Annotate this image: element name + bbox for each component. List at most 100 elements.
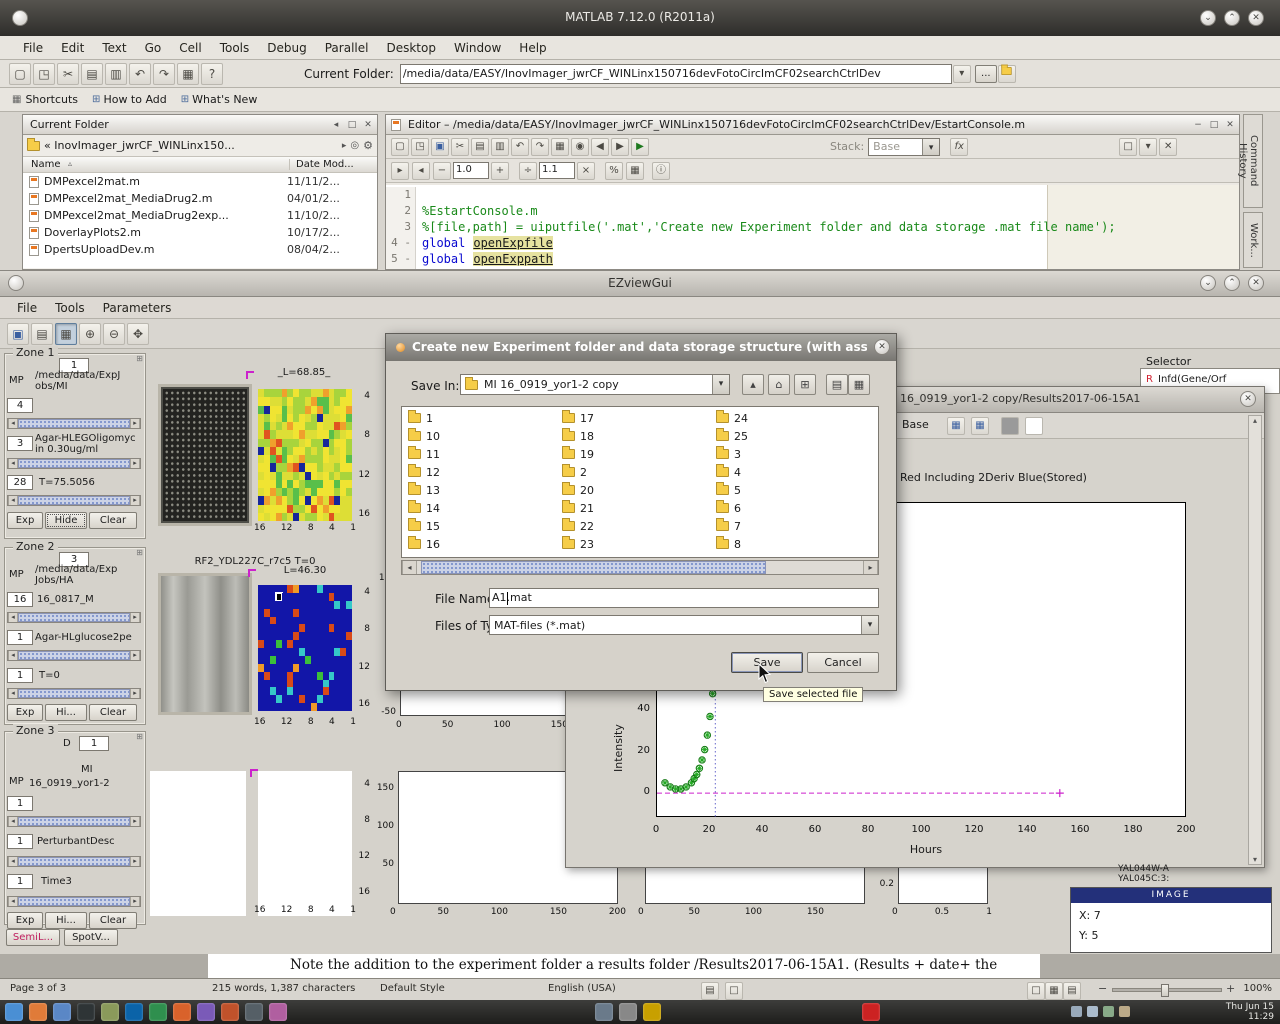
folder-item[interactable]: 24 [716, 409, 866, 427]
zone1-clear-button[interactable]: Clear [89, 512, 137, 529]
folder-item[interactable]: 1 [408, 409, 558, 427]
impress-icon[interactable] [173, 1003, 191, 1021]
menu-item[interactable]: Parallel [316, 38, 378, 58]
maximize-button[interactable] [1224, 10, 1240, 26]
run-icon[interactable]: ▶ [631, 138, 649, 156]
zone3-image-a[interactable] [150, 771, 246, 916]
forward-icon[interactable]: ▶ [611, 138, 629, 156]
chevron-down-icon[interactable] [861, 616, 878, 634]
help-icon[interactable]: ? [201, 63, 223, 85]
paste-icon[interactable]: ▥ [105, 63, 127, 85]
file-row[interactable]: DMPexcel2mat_MediaDrug2.m 04/01/2... [23, 190, 377, 207]
close-editor-icon[interactable] [1223, 118, 1237, 132]
select-region-icon[interactable]: ▦ [55, 323, 77, 345]
zone1-slider-1[interactable] [7, 418, 141, 429]
single-page-view-icon[interactable] [1027, 982, 1045, 1000]
close-panel-icon[interactable] [361, 118, 375, 132]
gear-icon[interactable] [363, 139, 373, 152]
folder-item[interactable]: 22 [562, 517, 712, 535]
simulink-icon[interactable]: ▦ [177, 63, 199, 85]
folder-item[interactable]: 18 [562, 427, 712, 445]
copy-icon[interactable]: ▤ [471, 138, 489, 156]
open-file-icon[interactable]: ◳ [33, 63, 55, 85]
print-icon[interactable]: ▤ [31, 323, 53, 345]
gray-swatch-icon[interactable] [1001, 417, 1019, 435]
minimize-editor-icon[interactable] [1191, 118, 1205, 132]
file-row[interactable]: DoverlayPlots2.m 10/17/2... [23, 224, 377, 241]
breadcrumb[interactable]: « InovImager_jwrCF_WINLinx150... [44, 139, 338, 152]
folder-item[interactable]: 11 [408, 445, 558, 463]
notes-icon[interactable] [643, 1003, 661, 1021]
battery-icon[interactable] [1103, 1006, 1114, 1017]
zoom-out-icon[interactable]: ⊖ [103, 323, 125, 345]
save-icon[interactable]: ▣ [7, 323, 29, 345]
close-button[interactable] [1248, 275, 1264, 291]
image-viewer-icon[interactable] [197, 1003, 215, 1021]
close-button[interactable] [1240, 391, 1256, 407]
zone2-field2-input[interactable]: 1 [7, 630, 33, 645]
current-folder-panel-header[interactable]: Current Folder [23, 115, 377, 135]
divide-value-button[interactable] [519, 162, 537, 180]
pan-icon[interactable]: ✥ [127, 323, 149, 345]
tab-workspace[interactable]: Work... [1243, 212, 1263, 268]
zone2-plate-image[interactable] [158, 573, 252, 715]
zone1-plate-image[interactable] [158, 384, 252, 526]
zone2-hide-button[interactable]: Hi... [45, 704, 87, 721]
zone2-grip-icon[interactable] [134, 548, 145, 559]
folder-item[interactable]: 16 [408, 535, 558, 553]
zoom-in-icon[interactable]: ⊕ [79, 323, 101, 345]
folder-item[interactable]: 13 [408, 481, 558, 499]
zone3-hide-button[interactable]: Hi... [45, 912, 87, 929]
menu-item[interactable]: Tools [211, 38, 259, 58]
cell-advance-icon[interactable] [391, 162, 409, 180]
zone3-count-input[interactable]: 1 [79, 736, 109, 751]
paste-icon[interactable]: ▥ [491, 138, 509, 156]
multi-page-view-icon[interactable] [1045, 982, 1063, 1000]
editor-layout-dropdown-icon[interactable] [1139, 138, 1157, 156]
folder-item[interactable]: 25 [716, 427, 866, 445]
zoom-slider-thumb[interactable] [1161, 984, 1169, 997]
folder-item[interactable]: 2 [562, 463, 712, 481]
file-name-input[interactable]: A1.mat [489, 588, 879, 608]
book-view-icon[interactable] [1063, 982, 1081, 1000]
breadcrumb-expand-icon[interactable] [342, 141, 347, 151]
redo-icon[interactable]: ↷ [531, 138, 549, 156]
zone2-clear-button[interactable]: Clear [89, 704, 137, 721]
folder-item[interactable]: 5 [716, 481, 866, 499]
folder-item[interactable]: 15 [408, 517, 558, 535]
list-view-button[interactable] [826, 374, 848, 395]
desktop-button[interactable] [768, 374, 790, 395]
file-list-header[interactable]: Name Date Mod... [23, 157, 377, 173]
zone3-field2-input[interactable]: 1 [7, 834, 33, 849]
zoom-slider[interactable] [1112, 988, 1222, 992]
zone1-heatmap[interactable] [258, 389, 352, 521]
word-count[interactable]: 215 words, 1,387 characters [212, 983, 355, 994]
folder-item[interactable]: 17 [562, 409, 712, 427]
current-folder-input[interactable]: /media/data/EASY/InovImager_jwrCF_WINLin… [400, 64, 952, 84]
editor-header[interactable]: Editor – /media/data/EASY/InovImager_jwr… [386, 115, 1239, 135]
dock-panel-icon[interactable] [345, 118, 359, 132]
shortcut-item[interactable]: How to Add [92, 93, 167, 106]
semilog-button[interactable]: SemiL... [6, 929, 60, 946]
scrollbar-thumb[interactable] [421, 561, 766, 574]
file-row[interactable]: DMPexcel2mat_MediaDrug2exp... 11/10/2... [23, 207, 377, 224]
zone2-heatmap[interactable] [258, 585, 352, 711]
file-row[interactable]: DMPexcel2mat.m 11/11/2... [23, 173, 377, 190]
zone3-grip-icon[interactable] [134, 732, 145, 743]
print-icon[interactable]: ▦ [551, 138, 569, 156]
zone2-slider-1[interactable] [7, 612, 141, 623]
date-column-header[interactable]: Date Mod... [289, 159, 354, 170]
zone3-clear-button[interactable]: Clear [89, 912, 137, 929]
scroll-up-icon[interactable] [1249, 416, 1261, 425]
file-type-select[interactable]: MAT-files (*.mat) [489, 615, 879, 635]
close-button[interactable] [1248, 10, 1264, 26]
shortcut-item[interactable]: What's New [181, 93, 258, 106]
file-manager-icon[interactable] [53, 1003, 71, 1021]
back-icon[interactable]: ◀ [591, 138, 609, 156]
cell-divider-icon[interactable]: % [605, 162, 623, 180]
monitor-icon[interactable] [245, 1003, 263, 1021]
minimize-button[interactable] [1200, 10, 1216, 26]
page-indicator[interactable]: Page 3 of 3 [10, 983, 66, 994]
redo-icon[interactable]: ↷ [153, 63, 175, 85]
screenshot-icon[interactable] [595, 1003, 613, 1021]
